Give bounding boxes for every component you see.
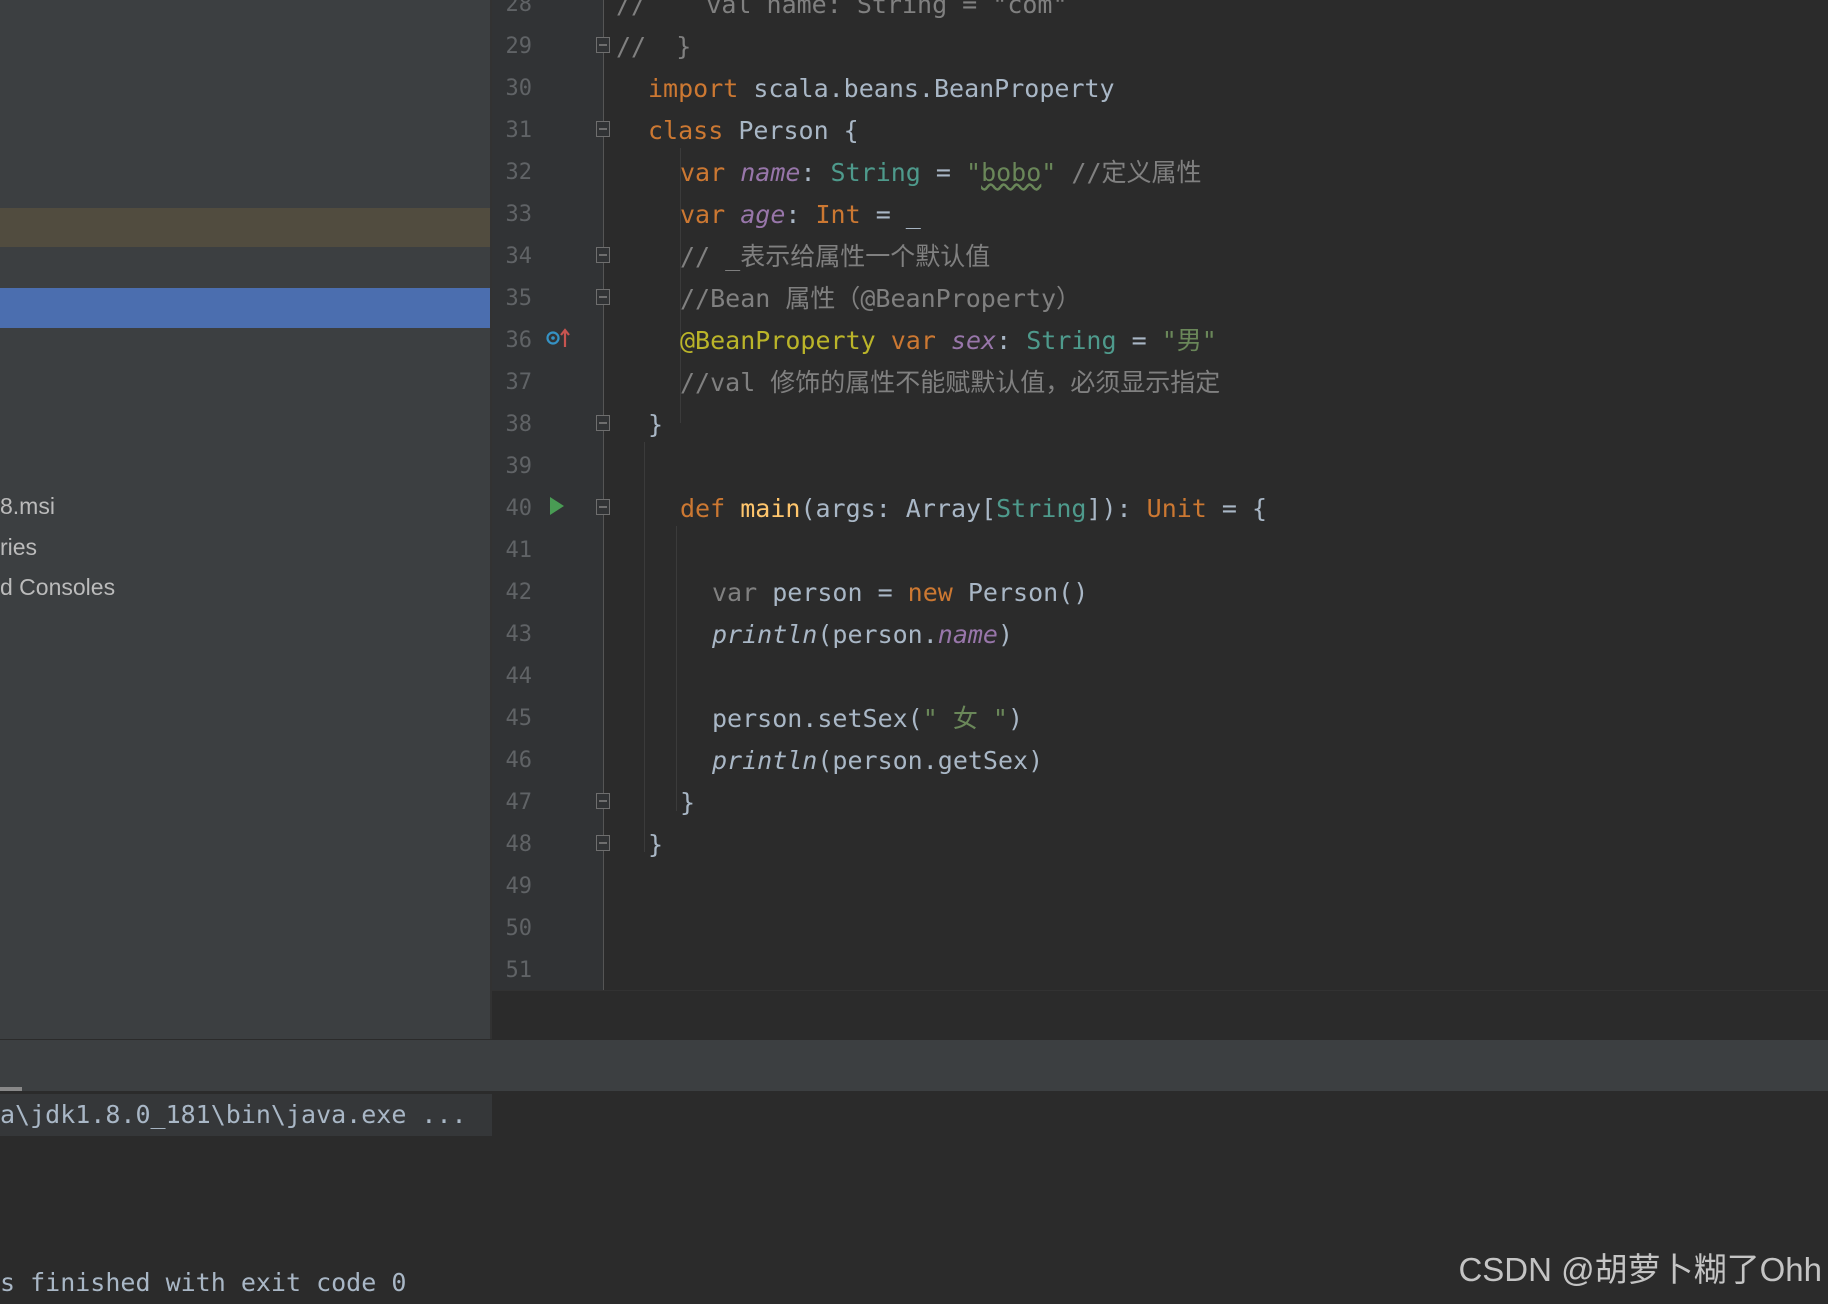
indent-guide: [676, 526, 677, 811]
code-line-33: var age: Int = _: [680, 200, 921, 229]
line-number: 36: [505, 328, 533, 353]
code-line-36: @BeanProperty var sex: String = "男": [680, 326, 1217, 355]
code-line-28: // val name: String = "com": [616, 0, 1068, 19]
line-number: 50: [505, 916, 533, 941]
line-number: 43: [505, 622, 533, 647]
line-number: 42: [505, 580, 533, 605]
run-gutter-icon[interactable]: [550, 497, 564, 515]
code-line-48: }: [648, 830, 664, 859]
line-number: 30: [505, 76, 533, 101]
fold-marker-icon[interactable]: [596, 415, 610, 431]
line-number: 44: [505, 664, 533, 689]
code-line-40: def main(args: Array[String]): Unit = {: [680, 494, 1268, 523]
code-line-45: person.setSex(" 女 "): [712, 704, 1023, 733]
line-number: 40: [505, 496, 533, 521]
line-number: 47: [505, 790, 533, 815]
line-number: 39: [505, 454, 533, 479]
line-number: 29: [505, 34, 533, 59]
fold-marker-icon[interactable]: [596, 37, 610, 53]
line-number: 46: [505, 748, 533, 773]
code-line-32: var name: String = "bobo" //定义属性: [680, 158, 1202, 187]
console-exit-message: s finished with exit code 0: [0, 1268, 407, 1297]
line-number: 33: [505, 202, 533, 227]
fold-marker-icon[interactable]: [596, 121, 610, 137]
tree-row-selected[interactable]: [0, 288, 490, 328]
fold-marker-icon[interactable]: [596, 289, 610, 305]
run-toolwindow-header[interactable]: [0, 1039, 1828, 1092]
line-number: 51: [505, 958, 533, 983]
code-line-30: import scala.beans.BeanProperty: [648, 74, 1115, 103]
fold-marker-icon[interactable]: [596, 247, 610, 263]
code-line-31: class Person {: [648, 116, 859, 145]
fold-marker-icon[interactable]: [596, 835, 610, 851]
code-line-42: var person = new Person(): [712, 578, 1089, 607]
override-gutter-icon[interactable]: [546, 327, 572, 349]
code-line-34: // _表示给属性一个默认值: [680, 242, 991, 271]
line-number: 41: [505, 538, 533, 563]
tree-item-msi[interactable]: 8.msi: [0, 491, 55, 521]
line-number: 31: [505, 118, 533, 143]
code-line-47: }: [680, 788, 696, 817]
line-number: 38: [505, 412, 533, 437]
project-tree-panel: 8.msi ries d Consoles: [0, 0, 490, 1039]
code-line-35: //Bean 属性（@BeanProperty）: [680, 284, 1082, 313]
code-line-43: println(person.name): [712, 620, 1014, 649]
fold-marker-icon[interactable]: [596, 793, 610, 809]
line-number: 49: [505, 874, 533, 899]
code-line-37: //val 修饰的属性不能赋默认值，必须显示指定: [680, 368, 1221, 397]
line-number: 45: [505, 706, 533, 731]
code-line-38: }: [648, 410, 664, 439]
tree-item-scratches-consoles[interactable]: d Consoles: [0, 572, 115, 602]
watermark: CSDN @胡萝卜糊了Ohh: [1458, 1251, 1822, 1288]
code-editor[interactable]: 28 29 30 31 32 33 34 35 36 37 38 39 40 4…: [492, 0, 1828, 990]
code-line-29: // }: [616, 32, 692, 61]
line-number: 28: [505, 0, 533, 17]
line-number: 37: [505, 370, 533, 395]
line-number: 32: [505, 160, 533, 185]
tree-item-libraries[interactable]: ries: [0, 532, 37, 562]
console-command-line[interactable]: a\jdk1.8.0_181\bin\java.exe ...: [0, 1094, 492, 1136]
line-number: 48: [505, 832, 533, 857]
tree-row-highlighted[interactable]: [0, 208, 490, 247]
indent-guide: [644, 442, 645, 852]
fold-marker-icon[interactable]: [596, 499, 610, 515]
code-line-46: println(person.getSex): [712, 746, 1044, 775]
line-number: 35: [505, 286, 533, 311]
line-number: 34: [505, 244, 533, 269]
editor-status-strip: [492, 990, 1828, 1040]
